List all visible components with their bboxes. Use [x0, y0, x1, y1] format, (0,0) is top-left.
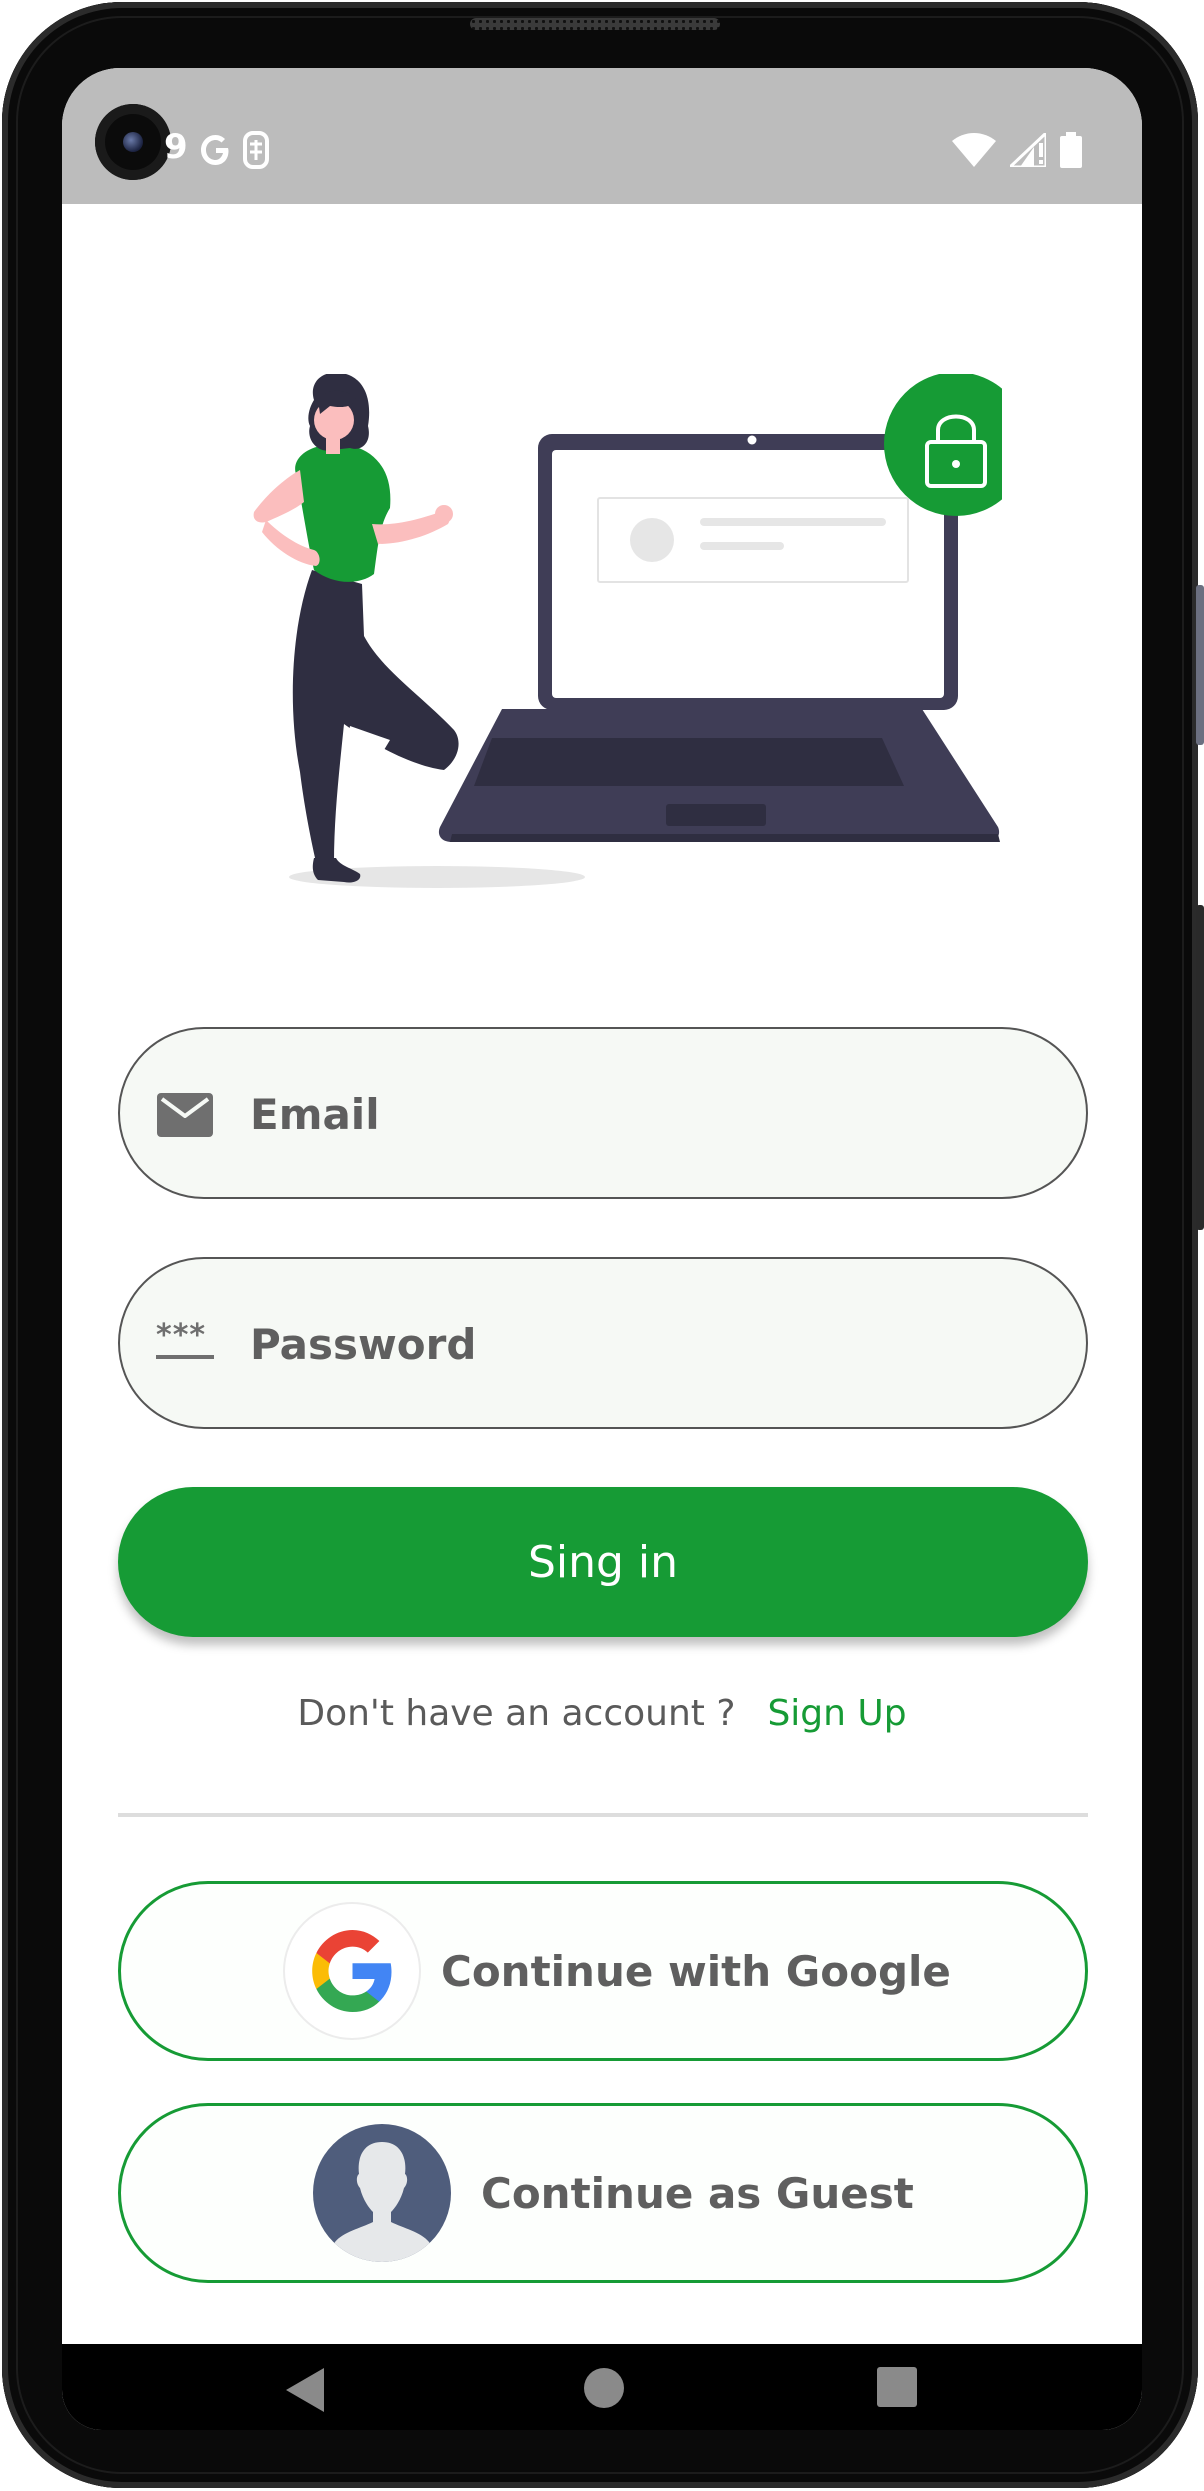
email-icon — [157, 1093, 213, 1137]
google-logo-badge — [283, 1902, 421, 2040]
screen: 9 Email *** Sing in Don't have an accoun… — [62, 68, 1142, 2430]
sim-icon — [243, 131, 269, 169]
guest-button-label: Continue as Guest — [481, 2168, 914, 2218]
google-signin-button[interactable]: Continue with Google — [118, 1881, 1088, 2061]
earpiece-speaker — [470, 18, 720, 30]
password-field[interactable]: *** — [118, 1257, 1088, 1429]
battery-icon — [1060, 132, 1082, 168]
home-icon[interactable] — [582, 2366, 626, 2410]
no-account-text: Don't have an account ? — [297, 1692, 736, 1734]
system-status-icons — [952, 132, 1082, 168]
password-icon-stars: *** — [156, 1318, 207, 1353]
google-button-label: Continue with Google — [441, 1946, 951, 1996]
email-field[interactable] — [118, 1027, 1088, 1199]
signup-link[interactable]: Sign Up — [767, 1693, 906, 1734]
login-screen: *** Sing in Don't have an account ? Sign… — [62, 204, 1142, 2344]
password-icon: *** — [156, 1321, 214, 1371]
status-bar: 9 — [62, 68, 1142, 204]
front-camera — [95, 104, 171, 180]
status-time-fragment: 9 — [164, 127, 188, 167]
password-icon-underline — [156, 1355, 214, 1359]
signup-row: Don't have an account ? Sign Up — [62, 1683, 1142, 1743]
recents-icon[interactable] — [876, 2366, 918, 2408]
guest-signin-button[interactable]: Continue as Guest — [118, 2103, 1088, 2283]
login-illustration — [253, 374, 1002, 888]
password-input[interactable] — [248, 1259, 1052, 1429]
volume-button — [1196, 585, 1204, 745]
google-logo-icon — [312, 1930, 392, 2012]
guest-avatar — [313, 2124, 451, 2262]
signal-icon — [1010, 133, 1046, 167]
guest-avatar-icon — [333, 2142, 431, 2262]
email-input[interactable] — [248, 1029, 1052, 1199]
navigation-bar — [62, 2344, 1142, 2430]
divider — [118, 1813, 1088, 1817]
wifi-icon — [952, 133, 996, 167]
signin-button[interactable]: Sing in — [118, 1487, 1088, 1637]
google-g-icon — [201, 135, 229, 165]
signin-button-label: Sing in — [527, 1536, 679, 1588]
back-icon[interactable] — [284, 2366, 328, 2414]
phone-frame: 9 Email *** Sing in Don't have an accoun… — [0, 0, 1204, 2491]
power-button — [1196, 905, 1204, 1230]
